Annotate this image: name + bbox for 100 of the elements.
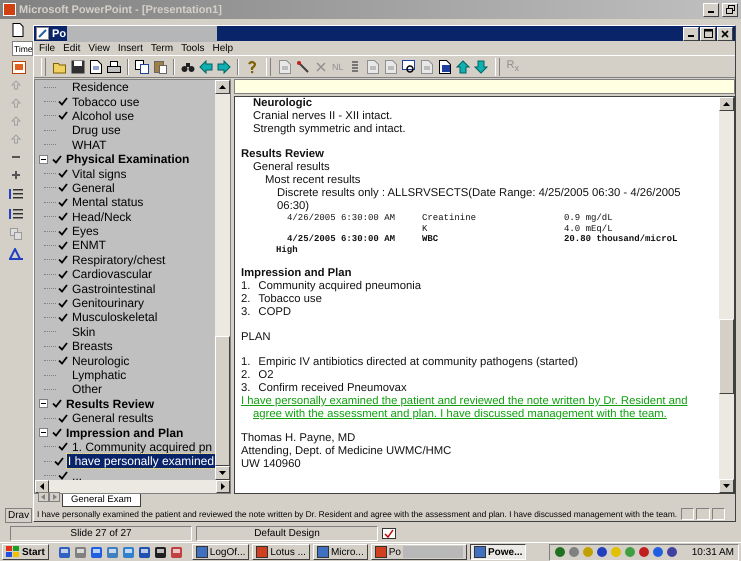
- tree-item[interactable]: Musculoskeletal: [71, 310, 158, 324]
- menu-item[interactable]: Insert: [118, 42, 143, 54]
- tree-item[interactable]: Impression and Plan: [65, 426, 184, 440]
- toolbar-label[interactable]: Drav: [5, 508, 32, 522]
- tree-item[interactable]: Residence: [71, 80, 130, 94]
- app-icon[interactable]: [154, 546, 167, 558]
- tree-item[interactable]: ENMT: [71, 238, 107, 252]
- checkmark-icon[interactable]: [58, 312, 68, 322]
- tree-item[interactable]: General results: [71, 411, 154, 426]
- down-arrow-icon[interactable]: [219, 471, 226, 475]
- document-icon[interactable]: [12, 23, 24, 37]
- app-icon[interactable]: [138, 546, 151, 558]
- tree-item[interactable]: WHAT: [71, 138, 108, 152]
- tray-icon[interactable]: [638, 546, 650, 558]
- taskbar-button[interactable]: Powe...: [470, 544, 526, 560]
- collapse-icon[interactable]: [39, 154, 48, 164]
- tree-item[interactable]: Cardiovascular: [71, 267, 154, 282]
- tree-item[interactable]: Alcohol use: [71, 108, 136, 123]
- taskbar-button[interactable]: LogOf...: [192, 544, 250, 560]
- scrollbar[interactable]: [35, 480, 230, 493]
- checkmark-icon[interactable]: [58, 284, 68, 294]
- search-icon[interactable]: [402, 60, 416, 74]
- tree-item[interactable]: I have personally examined: [66, 454, 215, 468]
- menu-item[interactable]: Help: [212, 42, 234, 54]
- checkmark-icon[interactable]: [54, 456, 64, 466]
- scrollbar[interactable]: [215, 80, 230, 480]
- checkmark-icon[interactable]: [58, 270, 68, 279]
- menu-item[interactable]: Term: [150, 42, 174, 54]
- checkmark-icon[interactable]: [58, 111, 68, 120]
- menu-item[interactable]: Edit: [63, 42, 80, 54]
- tree-item[interactable]: Genitourinary: [71, 296, 146, 310]
- tree-item[interactable]: Head/Neck: [71, 210, 132, 224]
- checkmark-icon[interactable]: [58, 183, 68, 192]
- tray-icon[interactable]: [666, 546, 678, 558]
- checkmark-icon[interactable]: [58, 414, 68, 423]
- checkmark-icon[interactable]: [58, 198, 68, 207]
- tree-item[interactable]: Drug use: [71, 123, 122, 138]
- checkmark-icon[interactable]: [58, 212, 68, 222]
- down-arrow-icon[interactable]: [723, 484, 730, 488]
- checkmark-icon[interactable]: [58, 442, 68, 452]
- right-arrow-icon[interactable]: [221, 483, 225, 490]
- scrollbar[interactable]: [719, 97, 734, 493]
- checkmark-icon[interactable]: [58, 356, 68, 366]
- maximize-button[interactable]: [700, 26, 716, 40]
- slide-icon[interactable]: [12, 60, 26, 74]
- checkmark-icon[interactable]: [58, 342, 68, 351]
- checkmark-icon[interactable]: [58, 169, 68, 178]
- document-icon[interactable]: [89, 60, 103, 74]
- sheet-tab[interactable]: General Exam: [62, 494, 141, 507]
- scroll-thumb[interactable]: [719, 319, 734, 394]
- up-arrow-icon[interactable]: [723, 102, 730, 106]
- left-arrow-icon[interactable]: [40, 483, 44, 490]
- checkmark-icon[interactable]: [52, 399, 62, 408]
- start-button[interactable]: Start: [2, 544, 49, 560]
- tree-item[interactable]: Mental status: [71, 195, 144, 210]
- wand-icon[interactable]: [296, 60, 310, 74]
- tree-item[interactable]: Respiratory/chest: [71, 252, 166, 267]
- checkmark-icon[interactable]: [58, 97, 68, 106]
- taskbar-button[interactable]: Lotus ...: [252, 544, 310, 560]
- save-icon[interactable]: [71, 60, 85, 74]
- question-mark-icon[interactable]: [245, 60, 259, 74]
- copy-icon[interactable]: [135, 60, 149, 74]
- scroll-thumb[interactable]: [215, 336, 230, 466]
- tree-item[interactable]: Other: [71, 382, 104, 396]
- taskbar-button[interactable]: Micro...: [312, 544, 368, 560]
- checkmark-icon[interactable]: [58, 298, 68, 308]
- tree-item[interactable]: Lymphatic: [71, 368, 128, 382]
- tree-item[interactable]: 1. Community acquired pn: [71, 440, 214, 454]
- tray-icon[interactable]: [596, 546, 608, 558]
- tree-item[interactable]: Neurologic: [71, 354, 130, 368]
- checkmark-icon[interactable]: [58, 255, 68, 264]
- lines-icon[interactable]: [9, 208, 23, 220]
- tray-icon[interactable]: [652, 546, 664, 558]
- taskbar-button[interactable]: Po: [370, 544, 467, 560]
- document-icon[interactable]: [438, 60, 452, 74]
- tray-icon[interactable]: [554, 546, 566, 558]
- menu-item[interactable]: View: [88, 42, 110, 54]
- minimize-button[interactable]: [683, 26, 699, 40]
- menu-item[interactable]: Tools: [181, 42, 204, 54]
- tree-item[interactable]: Results Review: [65, 396, 156, 411]
- menu-item[interactable]: File: [39, 42, 56, 54]
- printer-icon[interactable]: [107, 60, 121, 74]
- tree-item[interactable]: Breasts: [71, 339, 114, 354]
- checkmark-icon[interactable]: [58, 471, 68, 480]
- tree-item[interactable]: Vital signs: [71, 166, 128, 181]
- minimize-button[interactable]: [703, 2, 719, 16]
- tree-item[interactable]: ...: [71, 468, 84, 480]
- font-icon[interactable]: [9, 248, 23, 260]
- checkmark-icon[interactable]: [52, 154, 62, 164]
- up-arrow-icon[interactable]: [219, 85, 226, 89]
- close-button[interactable]: [717, 26, 733, 40]
- lines-icon[interactable]: [9, 188, 23, 200]
- restore-button[interactable]: [722, 2, 738, 16]
- tree-item[interactable]: Gastrointestinal: [71, 282, 156, 296]
- tree-item[interactable]: Tobacco use: [71, 94, 140, 109]
- tray-icon[interactable]: [568, 546, 580, 558]
- checkmark-icon[interactable]: [52, 428, 62, 438]
- tree-item[interactable]: Eyes: [71, 224, 100, 238]
- tree-item[interactable]: General: [71, 180, 116, 195]
- tree-item[interactable]: Skin: [71, 324, 96, 339]
